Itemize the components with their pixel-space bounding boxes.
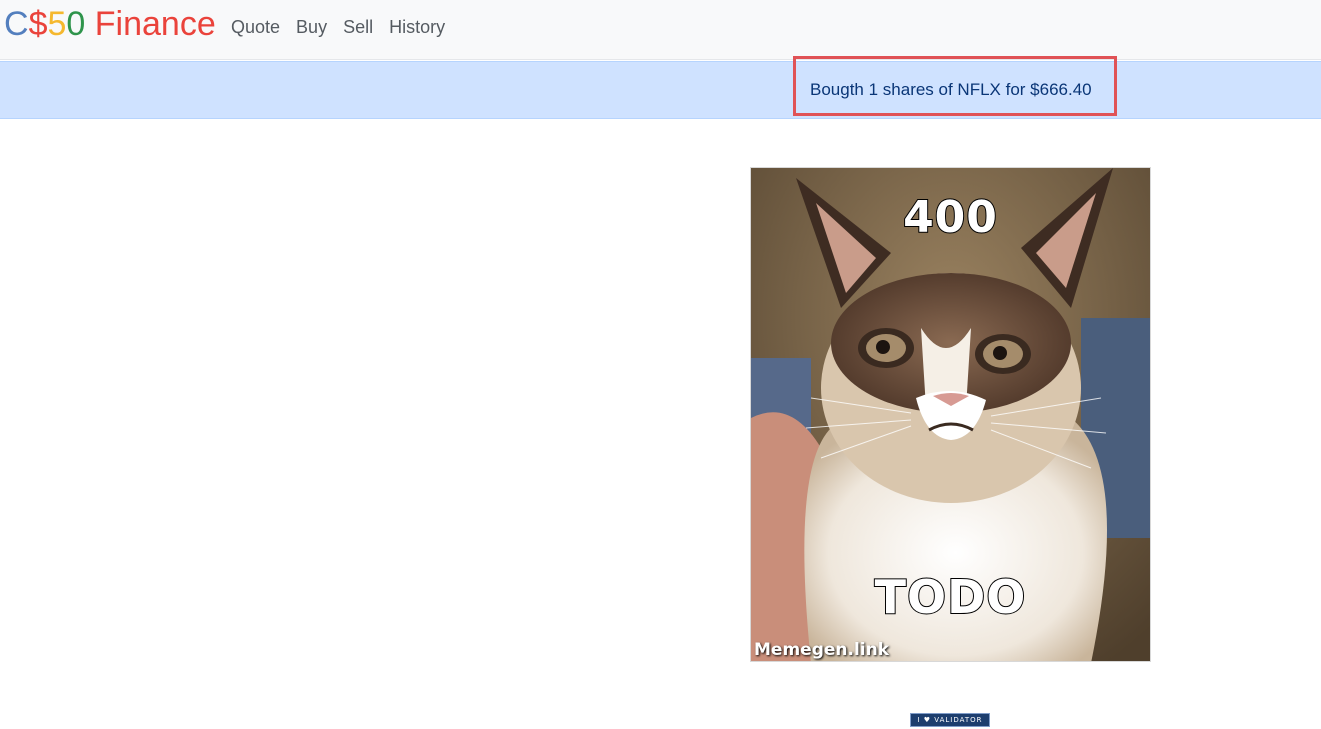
- flash-alert: [0, 61, 1321, 119]
- meme-top-text: 400: [902, 191, 998, 244]
- nav-link-buy[interactable]: Buy: [296, 15, 327, 39]
- brand-letter-five: 5: [47, 5, 67, 43]
- navbar: C$50 Finance Quote Buy Sell History: [0, 0, 1321, 60]
- nav-link-quote[interactable]: Quote: [231, 15, 280, 39]
- brand-letter-c: C: [4, 5, 29, 43]
- brand-logo[interactable]: C$50 Finance: [4, 2, 216, 46]
- highlight-box: [793, 56, 1117, 116]
- brand-letter-dollar: $: [28, 5, 48, 43]
- brand-letter-zero: 0: [66, 5, 86, 43]
- meme-image: 400 TODO Memegen.link: [750, 167, 1151, 662]
- nav-links: Quote Buy Sell History: [231, 15, 461, 39]
- meme-bottom-text: TODO: [874, 569, 1027, 625]
- nav-link-history[interactable]: History: [389, 15, 445, 39]
- validator-badge[interactable]: I ♥ VALIDATOR: [910, 713, 990, 727]
- nav-link-sell[interactable]: Sell: [343, 15, 373, 39]
- meme-watermark: Memegen.link: [754, 640, 890, 660]
- brand-finance: Finance: [85, 5, 216, 43]
